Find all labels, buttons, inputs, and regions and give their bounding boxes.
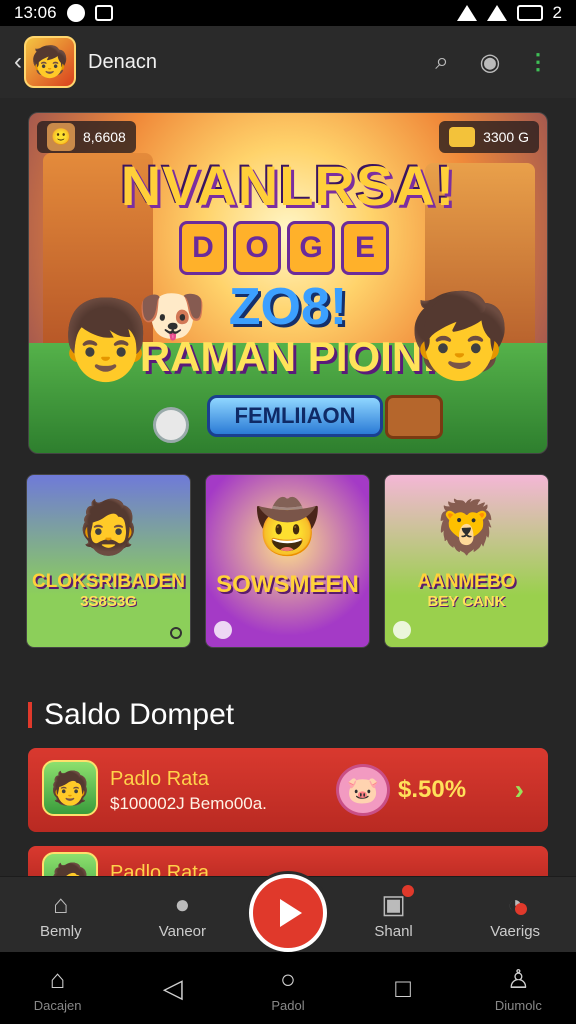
battery-icon [516,5,543,21]
game-title: SOWSMEEN [216,571,359,598]
sys-label: Padol [271,997,305,1013]
notification-icon [66,4,85,22]
sys-recents[interactable]: □ [348,972,458,1004]
recents-square-icon: □ [395,972,412,1003]
nav-item-home[interactable]: ⌂ Bemly [6,888,116,941]
chevron-right-icon[interactable]: › [515,774,524,806]
signal-icon [456,5,477,21]
mascot-right-icon: 🧒 [408,291,511,382]
game-art-icon: 🤠 [255,499,320,557]
dog-icon: 🐶 [137,284,207,347]
game-status-icon [214,621,232,639]
play-icon [279,898,302,927]
hero-title: NVANLRSA! [120,154,456,217]
notification-dot [401,885,414,897]
sys-label: Dacajen [33,997,82,1013]
game-art-icon: 🧔 [76,499,141,557]
game-status-icon [393,621,411,639]
back-triangle-icon: ◁ [162,972,183,1003]
nav-label: Bemly [39,923,82,940]
play-button[interactable] [248,873,327,952]
camera-icon[interactable]: ◉ [466,38,514,86]
game-card[interactable]: 🦁 AANMEBO BEY CANK [384,474,549,648]
game-subtitle: BEY CANK [427,593,506,610]
sys-circle[interactable]: ○ Padol [233,964,343,1013]
app-title: Denacn [88,50,157,73]
game-grid: 🧔 CLOKSRIBADEN 3S8S3G 🤠 SOWSMEEN 🦁 AANME… [26,474,550,648]
wallet-amount: $.50% [398,776,467,803]
battery-level: 2 [552,3,562,22]
coin-stack-icon [449,127,476,147]
treasure-chest-icon [385,395,443,439]
coin-count: 3300 G [483,129,529,145]
wallet-subtitle: $100002J Bemo00a. [110,794,267,813]
home-circle-icon: ○ [280,964,296,994]
letter-tile: O [233,221,281,275]
game-art-icon: 🦁 [434,499,499,557]
letter-tile: D [179,221,227,275]
system-nav: ⌂ Dacajen ◁ ○ Padol □ ♙ Diumolc [0,952,576,1024]
piggy-bank-icon: 🐷 [336,764,390,816]
nav-label: Vaerigs [490,923,541,940]
app-avatar[interactable]: 🧒 [24,36,76,88]
chevron-left-icon[interactable]: ‹ [14,48,22,76]
letter-tile: E [341,221,389,275]
player-badge: 🙂 8,6608 [37,121,136,153]
bottom-nav: ⌂ Bemly ● Vaneor ▣ Shanl ◔ Vaerigs [0,873,576,952]
gift-icon: ▣ [381,885,414,919]
nav-item-stats[interactable]: ◔ Vaerigs [460,889,570,941]
hero-cta-button[interactable]: FEMLIIAON [207,395,383,437]
search-icon[interactable]: ⌕ [418,38,466,86]
home-outline-icon: ⌂ [49,964,66,994]
sys-home[interactable]: ⌂ Dacajen [3,964,113,1013]
section-title: Saldo Dompet [44,698,235,731]
gauge-icon: ◔ [507,889,528,919]
chip-icon [153,407,189,443]
game-subtitle: 3S8S3G [80,593,137,610]
section-header: Saldo Dompet [28,698,234,732]
notification-dot [515,903,528,915]
sys-label: Diumolc [494,997,542,1013]
user-icon: ● [174,888,191,919]
nav-item-profile[interactable]: ● Vaneor [127,888,237,941]
more-vert-icon[interactable]: ⋮ [514,38,562,86]
status-bar: 13:06 2 [0,0,576,26]
hero-banner[interactable]: 🙂 8,6608 3300 G NVANLRSA! D O G E ZO8! R… [28,112,548,454]
wallet-card[interactable]: 🧑 Padlo Rata $100002J Bemo00a. 🐷 $.50% › [28,748,548,832]
player-avatar-icon: 🙂 [47,123,75,151]
wallet-title: Padlo Rata [110,768,209,790]
sys-person[interactable]: ♙ Diumolc [463,964,573,1013]
sys-back[interactable]: ◁ [118,972,228,1004]
game-status-icon [170,627,182,639]
wallet-avatar-icon: 🧑 [42,760,98,816]
nav-label: Shanl [374,923,413,940]
section-accent [28,702,32,728]
hero-tiles: D O G E [179,221,389,275]
game-title: AANMEBO [417,571,516,592]
game-card[interactable]: 🤠 SOWSMEEN [205,474,370,648]
game-title: CLOKSRIBADEN [31,571,186,592]
app-bar: ‹ 🧒 Denacn ⌕ ◉ ⋮ [0,26,576,98]
coin-badge: 3300 G [439,121,539,153]
nav-item-gifts[interactable]: ▣ Shanl [339,885,449,940]
player-score: 8,6608 [83,129,126,145]
gallery-icon [94,5,113,21]
status-time: 13:06 [14,3,57,22]
game-card[interactable]: 🧔 CLOKSRIBADEN 3S8S3G [26,474,191,648]
letter-tile: G [287,221,335,275]
home-icon: ⌂ [52,888,69,919]
nav-label: Vaneor [158,923,207,940]
wifi-icon [486,5,507,21]
person-icon: ♙ [506,964,530,994]
